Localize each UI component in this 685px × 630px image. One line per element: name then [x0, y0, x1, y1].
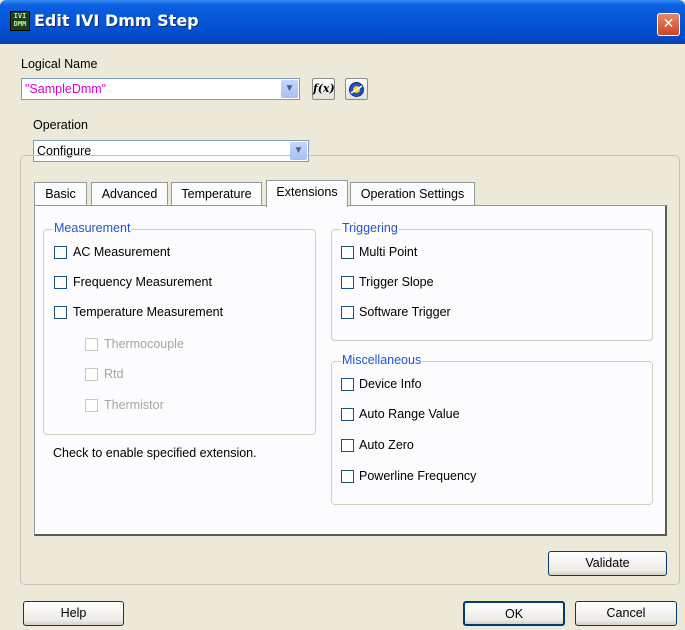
tab-extensions[interactable]: Extensions — [266, 180, 348, 207]
browse-icon — [349, 82, 364, 97]
tab-label: Basic — [45, 187, 76, 201]
thermistor-label: Thermistor — [104, 398, 164, 412]
temperature-measurement-label[interactable]: Temperature Measurement — [73, 305, 223, 319]
thermocouple-checkbox — [85, 338, 98, 351]
function-button[interactable]: f(x) — [312, 78, 335, 100]
tab-label: Extensions — [276, 185, 338, 199]
browse-button[interactable] — [345, 78, 368, 100]
device-info-label[interactable]: Device Info — [359, 377, 422, 391]
window-title: Edit IVI Dmm Step — [34, 11, 199, 30]
multi-point-checkbox[interactable] — [341, 246, 354, 259]
ac-measurement-checkbox[interactable] — [54, 246, 67, 259]
frequency-measurement-checkbox[interactable] — [54, 276, 67, 289]
triggering-group-title: Triggering — [341, 221, 399, 235]
tab-label: Advanced — [101, 187, 158, 201]
rtd-checkbox — [85, 368, 98, 381]
miscellaneous-group-title: Miscellaneous — [341, 353, 423, 367]
validate-button[interactable]: Validate — [548, 551, 667, 576]
multi-point-label[interactable]: Multi Point — [359, 245, 417, 259]
auto-range-value-label[interactable]: Auto Range Value — [359, 407, 460, 421]
cancel-button[interactable]: Cancel — [575, 601, 677, 626]
dmm-app-icon: IVI DMM — [10, 11, 30, 31]
powerline-frequency-checkbox[interactable] — [341, 470, 354, 483]
auto-zero-checkbox[interactable] — [341, 439, 354, 452]
operation-label: Operation — [33, 118, 88, 132]
function-icon: f(x) — [313, 82, 335, 95]
tab-temperature[interactable]: Temperature — [171, 182, 262, 206]
thermocouple-label: Thermocouple — [104, 337, 184, 351]
chevron-down-icon[interactable]: ▼ — [281, 80, 298, 98]
logical-name-label: Logical Name — [21, 57, 98, 71]
trigger-slope-label[interactable]: Trigger Slope — [359, 275, 434, 289]
close-button[interactable]: ✕ — [657, 13, 680, 36]
tab-basic[interactable]: Basic — [34, 182, 87, 206]
frequency-measurement-label[interactable]: Frequency Measurement — [73, 275, 212, 289]
thermistor-checkbox — [85, 399, 98, 412]
tab-operation-settings[interactable]: Operation Settings — [350, 182, 475, 206]
rtd-label: Rtd — [104, 367, 124, 381]
measurement-group-title: Measurement — [53, 221, 132, 235]
logical-name-value: "SampleDmm" — [25, 82, 107, 96]
temperature-measurement-checkbox[interactable] — [54, 306, 67, 319]
ok-button[interactable]: OK — [463, 601, 565, 626]
auto-range-value-checkbox[interactable] — [341, 408, 354, 421]
close-icon: ✕ — [662, 16, 675, 32]
help-button[interactable]: Help — [23, 601, 124, 626]
tab-label: Operation Settings — [360, 187, 465, 201]
hint-text: Check to enable specified extension. — [53, 446, 257, 460]
tab-advanced[interactable]: Advanced — [91, 182, 168, 206]
measurement-group — [43, 229, 316, 435]
powerline-frequency-label[interactable]: Powerline Frequency — [359, 469, 476, 483]
tab-label: Temperature — [181, 187, 252, 201]
auto-zero-label[interactable]: Auto Zero — [359, 438, 414, 452]
ac-measurement-label[interactable]: AC Measurement — [73, 245, 170, 259]
software-trigger-checkbox[interactable] — [341, 306, 354, 319]
trigger-slope-checkbox[interactable] — [341, 276, 354, 289]
software-trigger-label[interactable]: Software Trigger — [359, 305, 451, 319]
device-info-checkbox[interactable] — [341, 378, 354, 391]
logical-name-combo[interactable]: "SampleDmm" ▼ — [21, 78, 300, 100]
